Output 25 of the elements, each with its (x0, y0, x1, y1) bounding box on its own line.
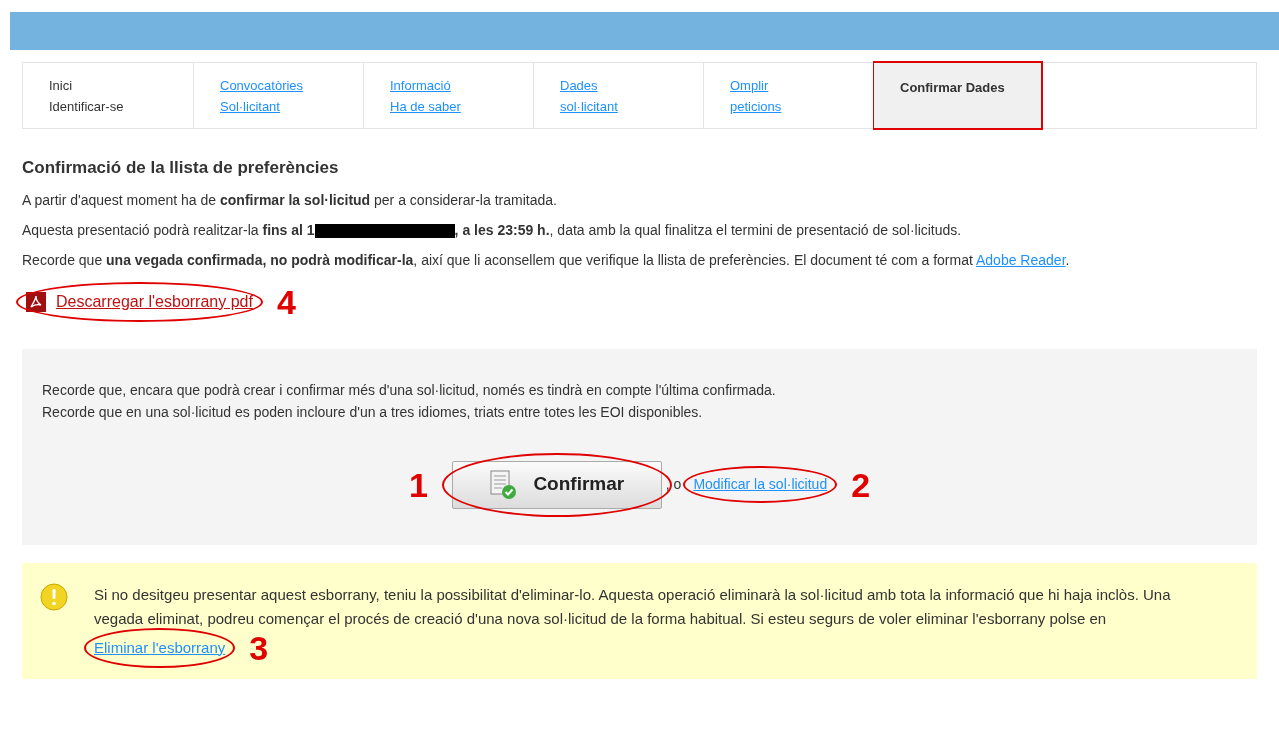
download-link[interactable]: Descarregar l'esborrany pdf (56, 289, 253, 314)
info-paragraph: Aquesta presentació podrà realitzar-la fins al 1 , a les 23:59 h., data amb la qual finalitza el termini de presentació de sol·licituds. (22, 220, 963, 240)
annotation-number: 2 (851, 467, 871, 502)
nav-tab[interactable]: Confirmar Dades (873, 61, 1043, 130)
nav-tab[interactable]: Inici Identificar-se (23, 63, 193, 128)
info-paragraph: A partir d'aquest moment ha de confirmar la sol·licitud per a considerar-la tramitada. (22, 190, 558, 210)
annotation-number: 4 (276, 284, 296, 319)
separator-text: , o (665, 475, 682, 494)
annotation-number: 3 (249, 630, 269, 665)
nav-tab[interactable]: Informació Ha de saber (363, 63, 533, 128)
info-text: Recorde que, encara que podrà crear i confirmar més d'una sol·licitud, només es tindrà en compte l'última confirmada. (42, 380, 777, 400)
modify-link[interactable]: Modificar la sol·licitud (693, 474, 828, 495)
annotation-number: 1 (408, 467, 428, 502)
warning-icon (40, 582, 68, 611)
delete-draft-link[interactable]: Eliminar l'esborrany (94, 635, 226, 660)
confirm-button[interactable]: Confirmar (451, 460, 662, 509)
nav-tab[interactable]: Dades sol·licitant (533, 63, 703, 128)
adobe-reader-link[interactable]: Adobe Reader (976, 251, 1066, 268)
info-paragraph: Recorde que una vegada confirmada, no podrà modificar-la, així que li aconsellem que verifique la llista de preferències. El document té com a format Adobe Reader. (22, 250, 1071, 270)
nav-tab[interactable]: Convocatòries Sol·licitant (193, 63, 363, 128)
info-text: Recorde que en una sol·licitud es poden incloure d'un a tres idiomes, triats entre totes les EOI disponibles. (42, 402, 704, 422)
page-heading: Confirmació de la llista de preferències (22, 157, 340, 179)
document-check-icon (489, 469, 518, 500)
pdf-icon (26, 291, 46, 312)
warning-text: Si no desitgeu presentar aquest esborrany, teniu la possibilitat d'eliminar-lo. Aquesta operació eliminarà la sol·licitud amb tota la informació que hi haja inclòs. Una vegada eliminat, podreu començar el procés de creació d'una nova sol·licitud de la forma habitual. Si esteu segurs de voler eliminar l'esborrany polse en Eliminar l'esborrany 3 (94, 582, 1227, 665)
